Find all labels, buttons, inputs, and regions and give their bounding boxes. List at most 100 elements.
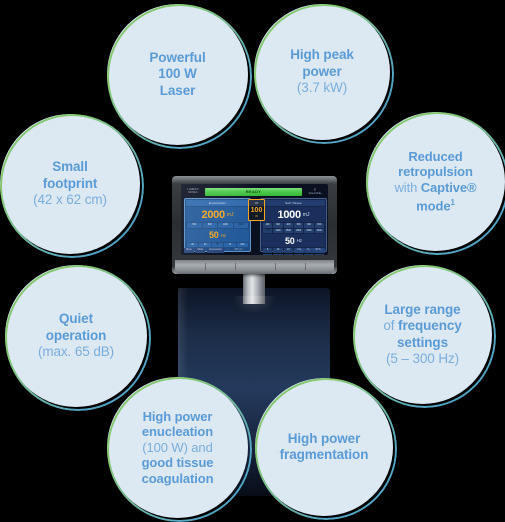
- feature-bubble-small-footprint[interactable]: Small footprint (42 x 62 cm): [0, 114, 144, 258]
- soft-tissue-frequency-readout: 50 Hz: [262, 234, 325, 247]
- bubble-line: power: [302, 63, 342, 79]
- enucleation-frequency-presets[interactable]: 20 30 50 70 100: [186, 242, 249, 247]
- status-chip-1[interactable]: CO₂: [295, 248, 304, 253]
- enucleation-panel-title: Enucleation: [186, 200, 249, 206]
- device-column-highlight: [232, 296, 276, 314]
- feature-bubble-powerful-laser[interactable]: Powerful 100 W Laser: [107, 4, 252, 149]
- preset-chip[interactable]: 1500: [283, 228, 293, 233]
- bubble-line-light: of: [383, 318, 399, 333]
- soft-tissue-frequency-presets-row2[interactable]: 40 50 60 80 100 120: [263, 253, 324, 255]
- preset-chip[interactable]: 2000: [294, 228, 304, 233]
- preset-chip[interactable]: 500: [294, 223, 304, 228]
- enucleation-frequency-readout: 50 Hz: [186, 228, 249, 242]
- feature-bubble-text: High power enucleation (100 W) and good …: [142, 409, 214, 487]
- enucleation-panel[interactable]: Enucleation 2000 mJ 500 800 1200 2000 50…: [184, 198, 251, 252]
- enucleation-frequency-value: 50: [208, 230, 219, 240]
- bubble-line-bold: Captive®: [420, 179, 477, 195]
- bubble-line: Reduced: [408, 148, 463, 164]
- feature-bubble-text: Powerful 100 W Laser: [149, 50, 205, 100]
- accessories-button[interactable]: Accessories: [206, 248, 224, 253]
- preset-chip[interactable]: 120: [314, 253, 324, 255]
- preset-chip[interactable]: 30: [199, 242, 211, 247]
- bubble-line-light: with: [394, 179, 421, 195]
- preset-chip[interactable]: 1200: [218, 223, 233, 228]
- bubble-line: High power: [142, 408, 213, 424]
- enucleation-energy-value: 2000: [201, 208, 226, 221]
- device-monitor: LUMENIS MOSES READY ♀ Select Mode Enucle…: [172, 176, 337, 274]
- feature-bubble-quiet-operation[interactable]: Quiet operation (max. 65 dB): [5, 265, 151, 411]
- feature-bubble-high-power-fragmentation[interactable]: High power fragmentation: [255, 378, 397, 520]
- feature-bubble-high-power-enucleation[interactable]: High power enucleation (100 W) and good …: [107, 377, 252, 522]
- preset-chip[interactable]: 100: [236, 242, 249, 247]
- preset-chip[interactable]: 800: [202, 223, 217, 228]
- mode-button[interactable]: Mode: [195, 248, 206, 253]
- preset-chip[interactable]: 300: [273, 223, 283, 228]
- bubble-line: settings: [397, 334, 448, 350]
- status-chip-3[interactable]: 30°C…: [313, 248, 325, 253]
- mode-select-button[interactable]: ♀ Select Mode: [305, 187, 325, 196]
- brand-logo-line2: MOSES: [188, 190, 198, 194]
- bubble-line: Powerful: [149, 49, 206, 65]
- feature-bubble-text: High peak power (3.7 kW): [290, 47, 354, 97]
- preset-chip[interactable]: 60: [283, 253, 293, 255]
- bubble-line: (5 – 300 Hz): [385, 351, 460, 366]
- preset-chip[interactable]: 20: [186, 242, 199, 247]
- enucleation-energy-presets[interactable]: 500 800 1200 2000: [187, 223, 248, 228]
- bubble-line: good tissue: [141, 455, 214, 471]
- preset-chip[interactable]: 1200: [273, 228, 283, 233]
- preset-chip[interactable]: 3000: [314, 228, 324, 233]
- preset-chip[interactable]: 100: [304, 253, 314, 255]
- preset-chip[interactable]: 500: [187, 223, 202, 228]
- screen-bottom-toolbar[interactable]: Menu Mode Accessories ⑀ 365 µm CO₂ C₂ 30…: [184, 248, 325, 253]
- feature-bubble-reduced-retropulsion[interactable]: Reduced retropulsion with Captive® mode1: [366, 112, 505, 255]
- bubble-line: enucleation: [141, 424, 214, 440]
- preset-chip[interactable]: 800: [314, 223, 324, 228]
- bubble-line: retropulsion: [398, 164, 473, 180]
- feature-bubble-text: Reduced retropulsion with Captive® mode1: [395, 149, 477, 214]
- feature-bubble-text: Quiet operation (max. 65 dB): [38, 311, 114, 361]
- soft-tissue-panel[interactable]: Soft Tissue 1000 mJ 200 300 400 500 600 …: [260, 198, 327, 255]
- monitor-notch: [305, 263, 306, 270]
- infographic-canvas: LUMENIS MOSES READY ♀ Select Mode Enucle…: [0, 0, 505, 522]
- preset-chip[interactable]: 400: [283, 223, 293, 228]
- status-badge: READY: [205, 187, 302, 196]
- bubble-line: mode: [416, 198, 451, 214]
- preset-chip[interactable]: 70: [224, 242, 236, 247]
- mode-label: Select Mode: [308, 192, 322, 195]
- status-chip-2[interactable]: C₂: [305, 248, 312, 253]
- preset-chip[interactable]: 2000: [233, 223, 248, 228]
- bubble-line: (100 W) and: [142, 439, 213, 455]
- bubble-line: (42 x 62 cm): [33, 192, 107, 208]
- bubble-line: High peak: [290, 47, 354, 63]
- feature-bubble-text: Small footprint (42 x 62 cm): [33, 159, 107, 209]
- bubble-line: Laser: [159, 82, 196, 98]
- preset-chip[interactable]: 200: [263, 223, 273, 228]
- bubble-line: coagulation: [141, 470, 214, 486]
- preset-chip[interactable]: 40: [263, 253, 273, 255]
- bubble-line: Large range: [384, 301, 461, 317]
- total-power-badge: kW 100 W: [248, 199, 265, 221]
- feature-bubble-large-frequency-range[interactable]: Large range of frequency settings (5 – 3…: [353, 265, 496, 408]
- preset-chip[interactable]: 50: [211, 242, 224, 247]
- feature-bubble-high-peak-power[interactable]: High peak power (3.7 kW): [254, 4, 394, 144]
- soft-tissue-energy-presets-row1[interactable]: 200 300 400 500 600 800: [263, 223, 324, 228]
- bubble-line: Quiet: [58, 311, 93, 327]
- bubble-line: fragmentation: [279, 447, 369, 462]
- preset-chip[interactable]: 80: [294, 253, 304, 255]
- soft-tissue-frequency-unit: Hz: [296, 238, 303, 243]
- preset-chip[interactable]: 600: [304, 223, 314, 228]
- soft-tissue-energy-presets-row2[interactable]: 1000 1200 1500 2000 2500 3000: [263, 228, 324, 233]
- preset-chip[interactable]: 1000: [263, 228, 273, 233]
- device-touchscreen[interactable]: LUMENIS MOSES READY ♀ Select Mode Enucle…: [181, 184, 328, 255]
- bubble-line: (max. 65 dB): [37, 344, 115, 360]
- preset-chip[interactable]: 2500: [304, 228, 314, 233]
- preset-chip[interactable]: 50: [273, 253, 283, 255]
- screen-topbar: LUMENIS MOSES READY ♀ Select Mode: [184, 187, 325, 196]
- bubble-line: (3.7 kW): [296, 80, 348, 96]
- menu-button[interactable]: Menu: [184, 248, 194, 253]
- bubble-line: 100 W: [158, 66, 197, 82]
- soft-tissue-energy-unit: mJ: [302, 211, 310, 218]
- enucleation-energy-unit: mJ: [226, 211, 234, 218]
- feature-bubble-text: Large range of frequency settings (5 – 3…: [383, 302, 461, 368]
